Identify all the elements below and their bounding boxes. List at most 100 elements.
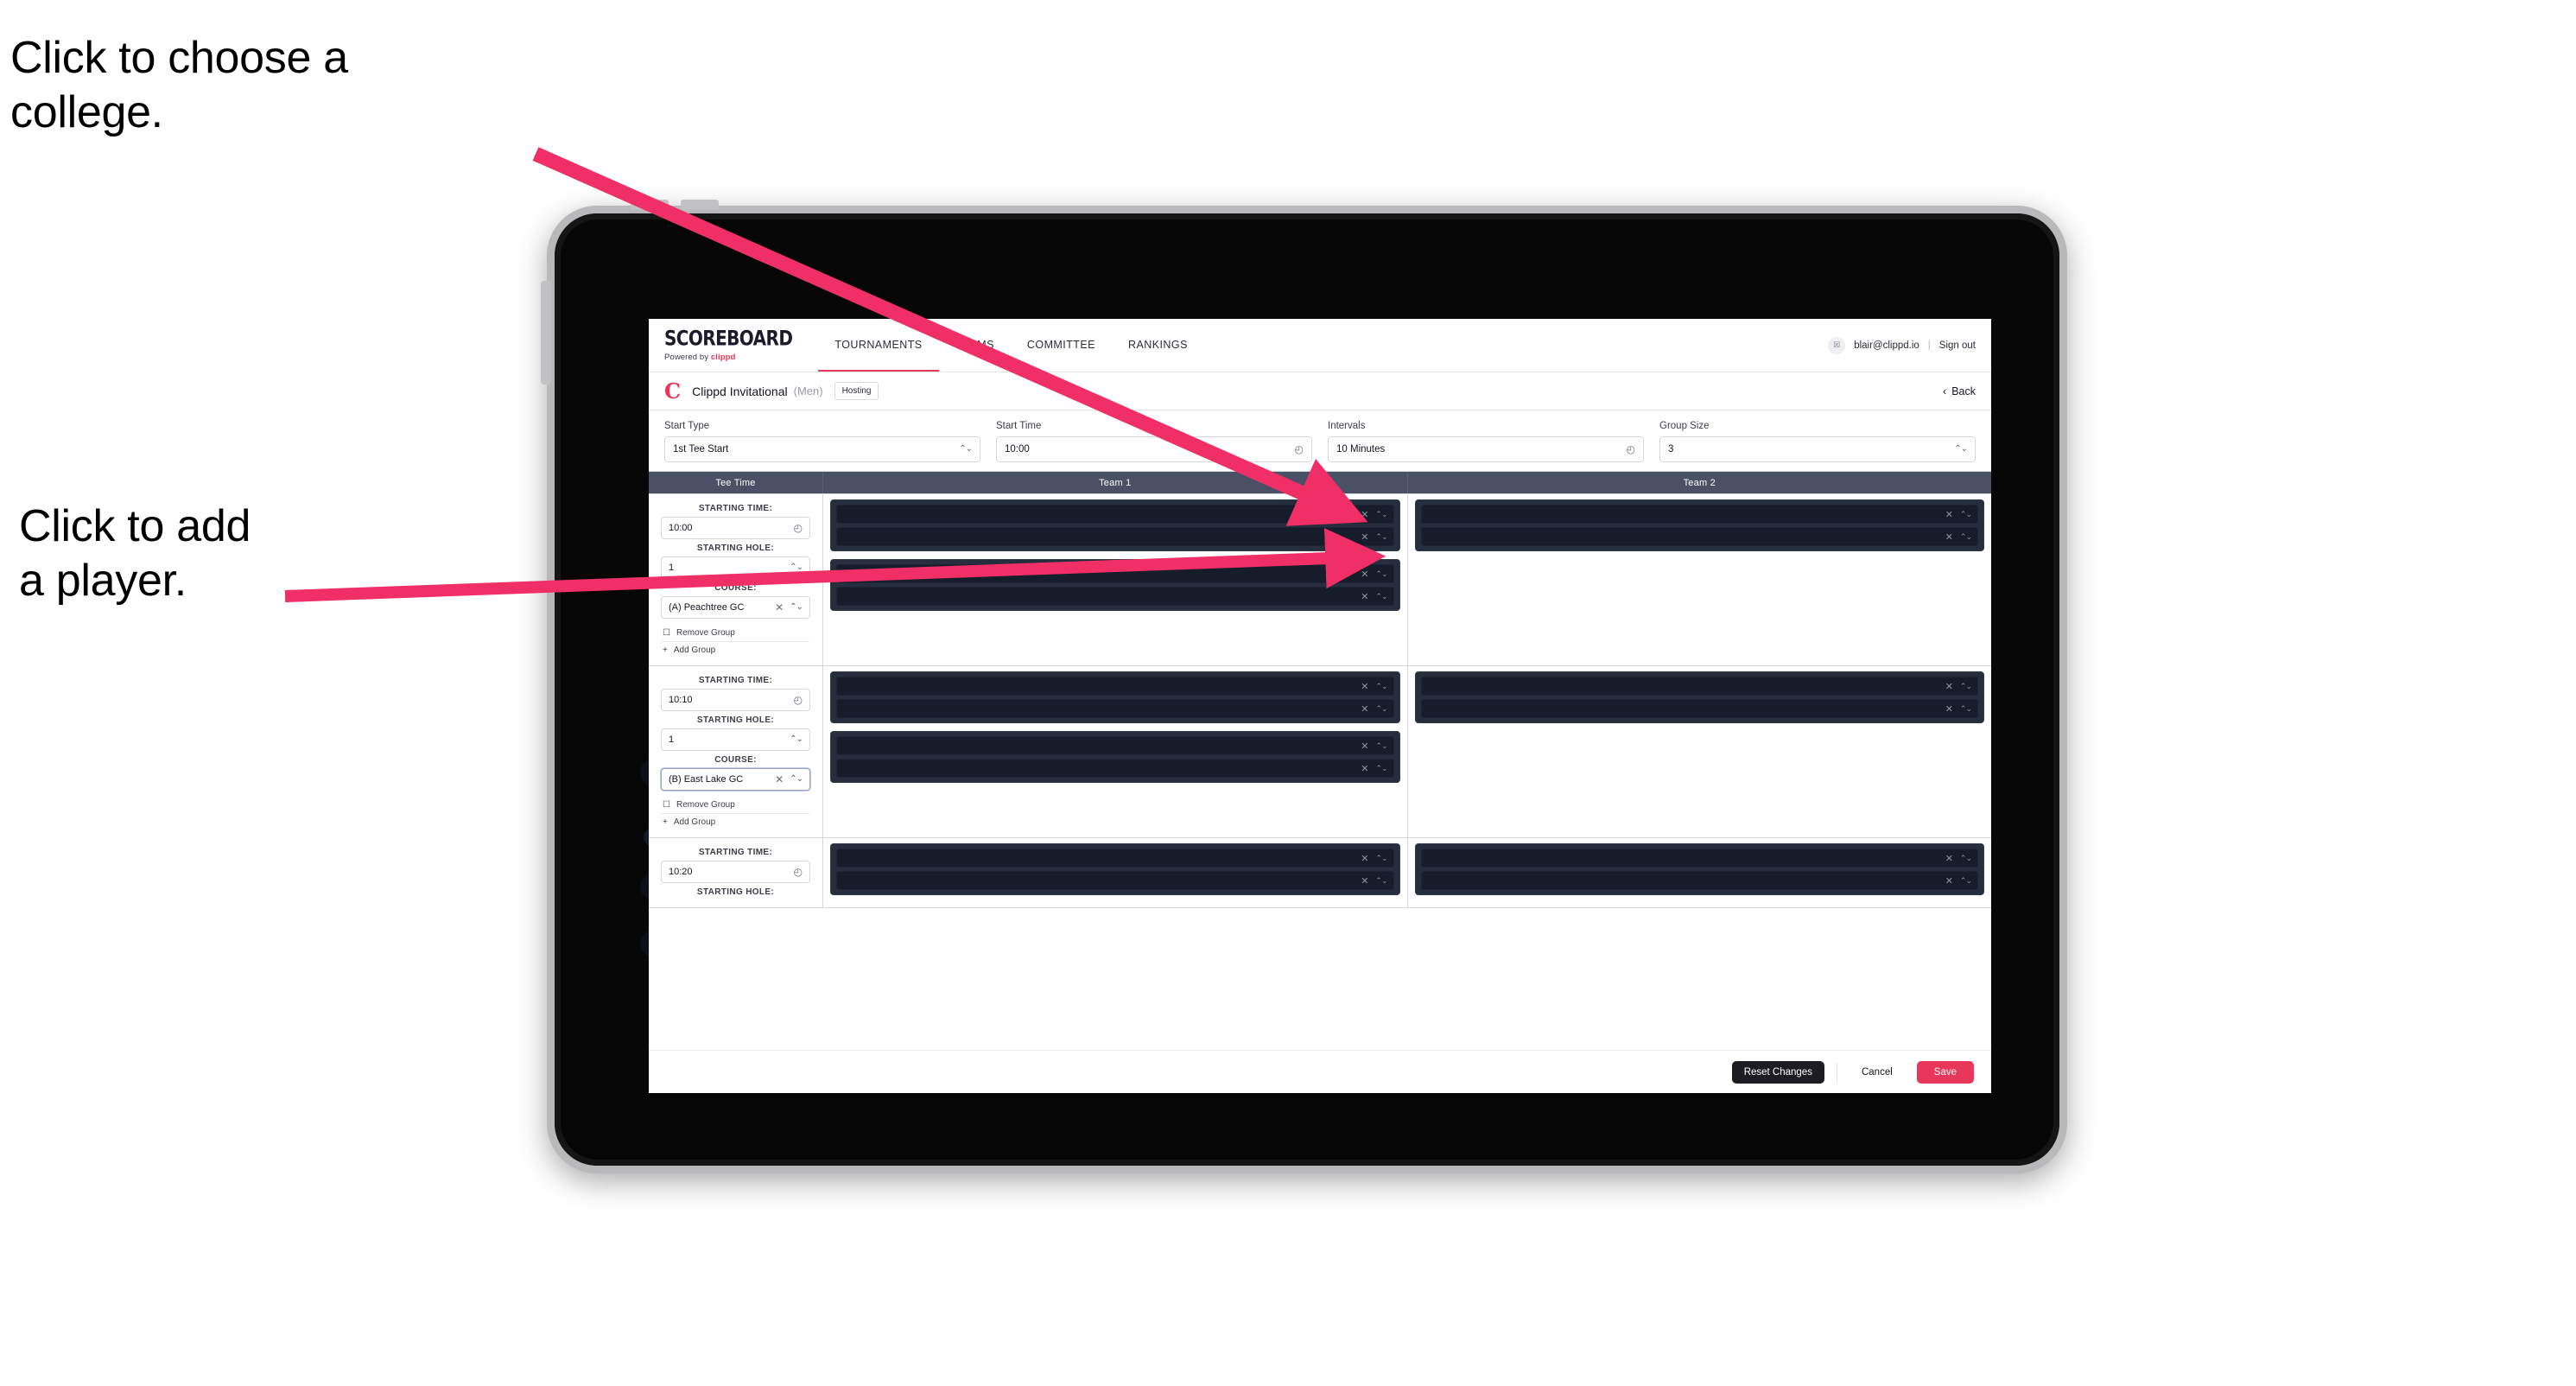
player-stepper-icon[interactable]: ⌃⌄ bbox=[1375, 592, 1387, 601]
player-group-card[interactable]: ✕ ⌃⌄ ✕ ⌃⌄ bbox=[1414, 499, 1984, 551]
remove-player-icon[interactable]: ✕ bbox=[1945, 875, 1953, 887]
player-stepper-icon[interactable]: ⌃⌄ bbox=[1375, 682, 1387, 691]
starting-time-input[interactable]: 10:10 ◴ bbox=[661, 689, 810, 711]
player-stepper-icon[interactable]: ⌃⌄ bbox=[1375, 764, 1387, 773]
remove-player-icon[interactable]: ✕ bbox=[1361, 681, 1368, 692]
starting-time-input-value: 10:10 bbox=[669, 695, 693, 705]
player-stepper-icon[interactable]: ⌃⌄ bbox=[1375, 854, 1387, 863]
player-stepper-icon[interactable]: ⌃⌄ bbox=[1375, 532, 1387, 542]
clock-icon[interactable]: ◴ bbox=[794, 867, 803, 877]
brand-tagline: Powered by clippd bbox=[664, 353, 792, 362]
remove-player-icon[interactable]: ✕ bbox=[1945, 681, 1953, 692]
player-row[interactable]: ✕ ⌃⌄ bbox=[836, 505, 1394, 524]
player-stepper-icon[interactable]: ⌃⌄ bbox=[1960, 704, 1972, 714]
player-group-card[interactable]: ✕ ⌃⌄ ✕ ⌃⌄ bbox=[830, 731, 1400, 783]
remove-player-icon[interactable]: ✕ bbox=[1361, 531, 1368, 543]
remove-group-button[interactable]: ☐ Remove Group bbox=[661, 625, 810, 642]
player-row[interactable]: ✕ ⌃⌄ bbox=[836, 564, 1394, 583]
nav-tab-tournaments[interactable]: TOURNAMENTS bbox=[818, 319, 939, 372]
group-size-select[interactable]: 3 ⌃⌄ bbox=[1659, 436, 1976, 462]
player-stepper-icon[interactable]: ⌃⌄ bbox=[1960, 510, 1972, 519]
remove-player-icon[interactable]: ✕ bbox=[1945, 853, 1953, 864]
add-group-button[interactable]: + Add Group bbox=[661, 814, 810, 830]
remove-player-icon[interactable]: ✕ bbox=[1361, 509, 1368, 520]
player-stepper-icon[interactable]: ⌃⌄ bbox=[1960, 682, 1972, 691]
avatar[interactable]: ☒ bbox=[1828, 336, 1846, 354]
remove-group-button[interactable]: ☐ Remove Group bbox=[661, 797, 810, 814]
player-group-card[interactable]: ✕ ⌃⌄ ✕ ⌃⌄ bbox=[1414, 843, 1984, 895]
stepper-icon[interactable]: ⌃⌄ bbox=[790, 735, 803, 744]
player-row[interactable]: ✕ ⌃⌄ bbox=[836, 587, 1394, 606]
remove-player-icon[interactable]: ✕ bbox=[1361, 875, 1368, 887]
remove-player-icon[interactable]: ✕ bbox=[1945, 703, 1953, 715]
player-row[interactable]: ✕ ⌃⌄ bbox=[1420, 677, 1978, 696]
save-button[interactable]: Save bbox=[1916, 1060, 1974, 1084]
remove-player-icon[interactable]: ✕ bbox=[1945, 531, 1953, 543]
nav-tab-committee[interactable]: COMMITTEE bbox=[1011, 319, 1112, 372]
tee-sheet-table-body[interactable]: STARTING TIME: 10:00 ◴ STARTING HOLE: 1 ⌃⌄ COU… bbox=[649, 493, 1991, 1050]
course-select[interactable]: (A) Peachtree GC ✕ ⌃⌄ bbox=[661, 596, 810, 619]
player-row[interactable]: ✕ ⌃⌄ bbox=[1420, 699, 1978, 718]
start-time-input[interactable]: 10:00 ◴ bbox=[996, 436, 1312, 462]
column-header-tee-time: Tee Time bbox=[649, 472, 823, 493]
clock-icon[interactable]: ◴ bbox=[794, 523, 803, 533]
remove-player-icon[interactable]: ✕ bbox=[1361, 569, 1368, 580]
player-stepper-icon[interactable]: ⌃⌄ bbox=[1375, 876, 1387, 886]
player-row[interactable]: ✕ ⌃⌄ bbox=[836, 677, 1394, 696]
remove-player-icon[interactable]: ✕ bbox=[1361, 763, 1368, 774]
player-stepper-icon[interactable]: ⌃⌄ bbox=[1960, 532, 1972, 542]
player-row[interactable]: ✕ ⌃⌄ bbox=[836, 736, 1394, 755]
clippd-c-icon: C bbox=[664, 378, 682, 404]
remove-player-icon[interactable]: ✕ bbox=[1945, 509, 1953, 520]
back-button[interactable]: ‹ Back bbox=[1943, 385, 1976, 397]
player-group-card[interactable]: ✕ ⌃⌄ ✕ ⌃⌄ bbox=[830, 499, 1400, 551]
player-row[interactable]: ✕ ⌃⌄ bbox=[836, 871, 1394, 890]
player-row[interactable]: ✕ ⌃⌄ bbox=[1420, 849, 1978, 868]
intervals-input[interactable]: 10 Minutes ◴ bbox=[1328, 436, 1644, 462]
start-type-select[interactable]: 1st Tee Start ⌃⌄ bbox=[664, 436, 980, 462]
player-row[interactable]: ✕ ⌃⌄ bbox=[836, 527, 1394, 546]
player-row[interactable]: ✕ ⌃⌄ bbox=[836, 759, 1394, 778]
stepper-icon[interactable]: ⌃⌄ bbox=[959, 445, 973, 454]
stepper-icon[interactable]: ⌃⌄ bbox=[790, 563, 803, 572]
player-row[interactable]: ✕ ⌃⌄ bbox=[836, 699, 1394, 718]
player-stepper-icon[interactable]: ⌃⌄ bbox=[1375, 569, 1387, 579]
player-group-card[interactable]: ✕ ⌃⌄ ✕ ⌃⌄ bbox=[830, 843, 1400, 895]
clock-icon[interactable]: ◴ bbox=[1627, 444, 1635, 455]
remove-player-icon[interactable]: ✕ bbox=[1361, 853, 1368, 864]
player-group-card[interactable]: ✕ ⌃⌄ ✕ ⌃⌄ bbox=[830, 671, 1400, 723]
starting-time-input[interactable]: 10:00 ◴ bbox=[661, 517, 810, 539]
starting-hole-input[interactable]: 1 ⌃⌄ bbox=[661, 556, 810, 579]
player-stepper-icon[interactable]: ⌃⌄ bbox=[1375, 741, 1387, 751]
clear-icon[interactable]: ✕ bbox=[775, 602, 784, 613]
stepper-icon[interactable]: ⌃⌄ bbox=[790, 775, 803, 784]
stepper-icon[interactable]: ⌃⌄ bbox=[1954, 445, 1968, 454]
nav-tab-teams[interactable]: TEAMS bbox=[939, 319, 1011, 372]
clear-icon[interactable]: ✕ bbox=[775, 774, 784, 785]
player-stepper-icon[interactable]: ⌃⌄ bbox=[1375, 510, 1387, 519]
sign-out-link[interactable]: Sign out bbox=[1939, 340, 1976, 351]
clock-icon[interactable]: ◴ bbox=[794, 695, 803, 705]
player-group-card[interactable]: ✕ ⌃⌄ ✕ ⌃⌄ bbox=[830, 559, 1400, 611]
clock-icon[interactable]: ◴ bbox=[1295, 444, 1304, 455]
starting-time-input[interactable]: 10:20 ◴ bbox=[661, 861, 810, 883]
player-row[interactable]: ✕ ⌃⌄ bbox=[1420, 527, 1978, 546]
brand-logo[interactable]: SCOREBOARD Powered by clippd bbox=[664, 319, 818, 372]
cancel-button[interactable]: Cancel bbox=[1850, 1061, 1905, 1084]
starting-hole-input[interactable]: 1 ⌃⌄ bbox=[661, 728, 810, 751]
remove-player-icon[interactable]: ✕ bbox=[1361, 591, 1368, 602]
nav-tab-rankings[interactable]: RANKINGS bbox=[1112, 319, 1204, 372]
player-row[interactable]: ✕ ⌃⌄ bbox=[1420, 505, 1978, 524]
player-stepper-icon[interactable]: ⌃⌄ bbox=[1960, 854, 1972, 863]
add-group-button[interactable]: + Add Group bbox=[661, 642, 810, 658]
reset-changes-button[interactable]: Reset Changes bbox=[1731, 1060, 1824, 1084]
remove-player-icon[interactable]: ✕ bbox=[1361, 741, 1368, 752]
player-row[interactable]: ✕ ⌃⌄ bbox=[1420, 871, 1978, 890]
stepper-icon[interactable]: ⌃⌄ bbox=[790, 603, 803, 612]
player-stepper-icon[interactable]: ⌃⌄ bbox=[1375, 704, 1387, 714]
player-stepper-icon[interactable]: ⌃⌄ bbox=[1960, 876, 1972, 886]
course-select[interactable]: (B) East Lake GC ✕ ⌃⌄ bbox=[661, 768, 810, 791]
remove-player-icon[interactable]: ✕ bbox=[1361, 703, 1368, 715]
player-group-card[interactable]: ✕ ⌃⌄ ✕ ⌃⌄ bbox=[1414, 671, 1984, 723]
player-row[interactable]: ✕ ⌃⌄ bbox=[836, 849, 1394, 868]
